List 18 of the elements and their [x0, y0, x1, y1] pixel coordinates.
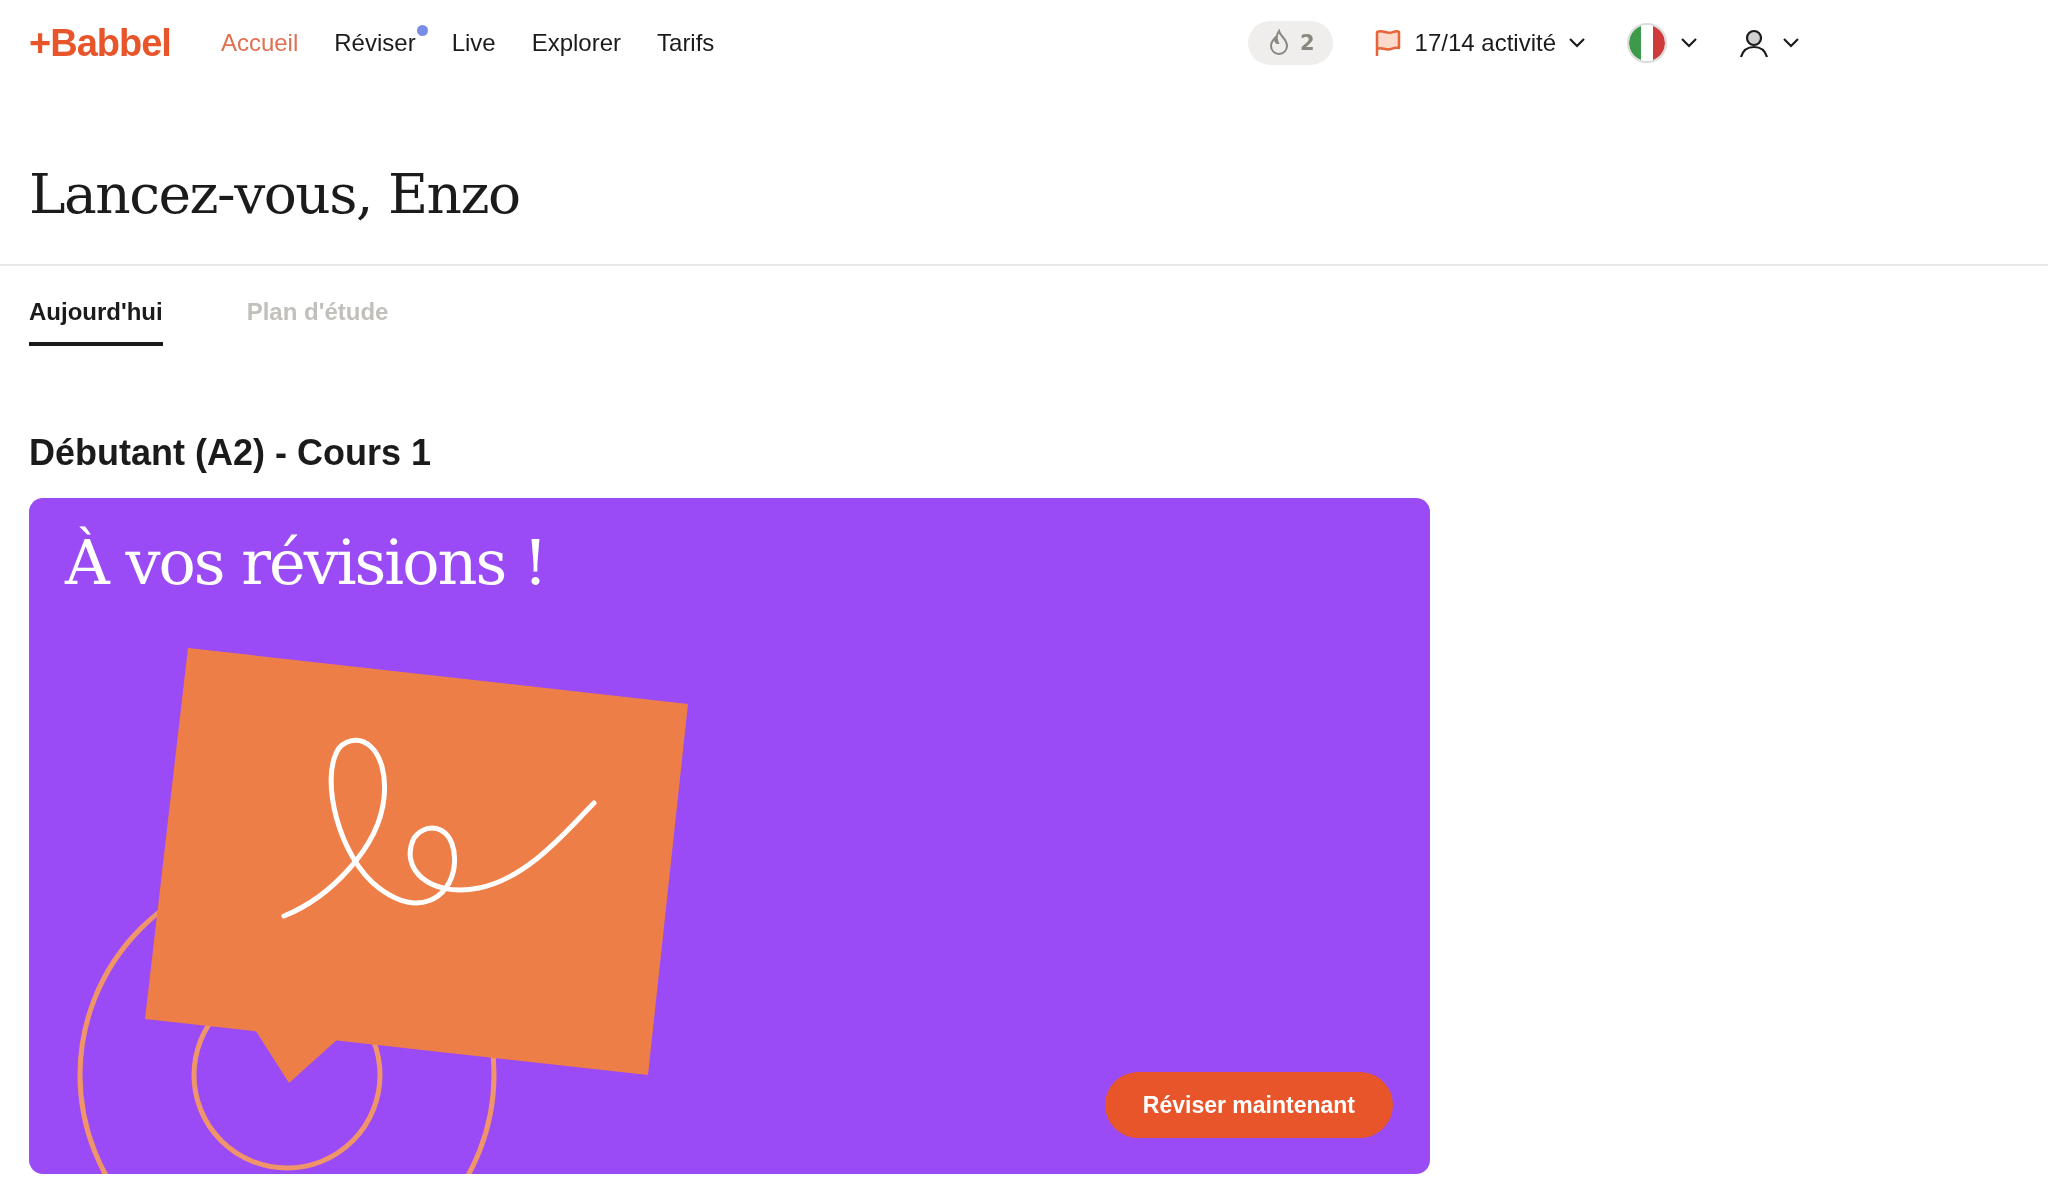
nav-link[interactable]: Explorer [531, 29, 622, 57]
user-icon [1738, 27, 1770, 59]
course-heading: Débutant (A2) - Cours 1 [29, 432, 432, 474]
nav-link[interactable]: Live [451, 29, 496, 57]
chevron-down-icon [1782, 37, 1800, 49]
chevron-down-icon [1680, 37, 1698, 49]
review-now-button[interactable]: Réviser maintenant [1104, 1072, 1393, 1138]
activity-dropdown[interactable]: 17/14 activité [1372, 28, 1586, 58]
babbel-logo[interactable]: +Babbel [29, 21, 171, 65]
account-dropdown[interactable] [1738, 27, 1800, 59]
nav-link[interactable]: Tarifs [657, 29, 715, 57]
language-dropdown[interactable] [1626, 22, 1698, 64]
page-title: Lancez-vous, Enzo [29, 162, 521, 228]
chevron-down-icon [1568, 37, 1586, 49]
nav-link[interactable]: Réviser [334, 29, 416, 57]
tab[interactable]: Aujourd'hui [29, 290, 163, 346]
card-title: À vos révisions ! [65, 526, 546, 599]
italy-flag-icon [1626, 22, 1668, 64]
